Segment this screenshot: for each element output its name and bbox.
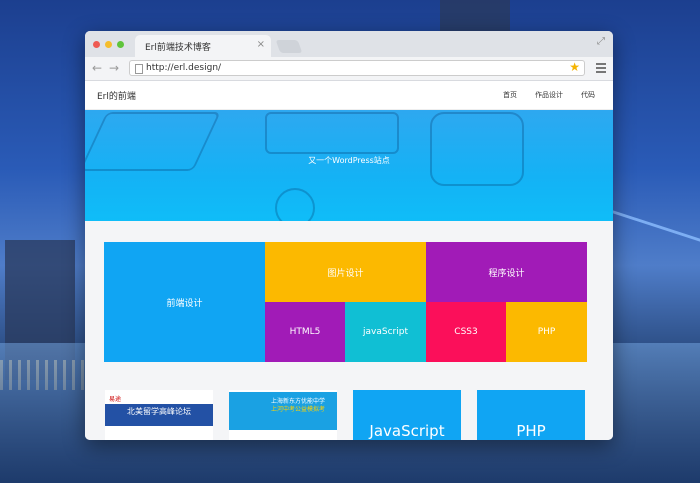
post-card[interactable]: PHP: [477, 390, 585, 440]
cup-illustration: [275, 188, 315, 221]
site-title[interactable]: Erl的前端: [97, 89, 136, 102]
post-cards: 易途 北美留学高峰论坛 上海新东方优能中学 上河中考公益模拟考 JavaScri…: [105, 390, 585, 440]
card-banner-line: 上河中考公益模拟考: [271, 406, 326, 413]
content-area: 前端设计 图片设计 程序设计 HTML5 javaScript CSS3 PHP…: [85, 221, 613, 440]
tab-close-icon[interactable]: ×: [257, 39, 265, 50]
tile-php[interactable]: PHP: [506, 302, 587, 362]
post-card[interactable]: 上海新东方优能中学 上河中考公益模拟考: [229, 390, 337, 440]
card-banner-text: 上海新东方优能中学 上河中考公益模拟考: [271, 398, 325, 414]
hero-tagline: 又一个WordPress站点: [308, 156, 390, 165]
tile-label: 图片设计: [327, 268, 364, 279]
nav-item-code[interactable]: 代码: [581, 90, 595, 100]
hero-banner: 又一个WordPress站点: [85, 110, 613, 221]
browser-tab[interactable]: Erl前端技术博客 ×: [135, 35, 271, 57]
close-window-button[interactable]: [93, 41, 100, 48]
tile-frontend-design[interactable]: 前端设计: [104, 242, 265, 362]
address-bar[interactable]: http://erl.design/ ★: [129, 60, 585, 76]
camera-illustration: [430, 112, 524, 186]
tile-label: PHP: [537, 327, 556, 337]
card-label: PHP: [516, 422, 546, 440]
post-card[interactable]: 易途 北美留学高峰论坛: [105, 390, 213, 440]
page-icon: [135, 64, 143, 74]
post-card[interactable]: JavaScript: [353, 390, 461, 440]
card-banner-line: 上海新东方优能中学: [271, 398, 326, 405]
card-label: JavaScript: [369, 422, 445, 440]
tab-title: Erl前端技术博客: [145, 43, 211, 53]
card-banner: 上海新东方优能中学 上河中考公益模拟考: [229, 392, 337, 430]
tile-image-design[interactable]: 图片设计: [265, 242, 426, 302]
hamburger-menu-icon[interactable]: [596, 63, 606, 73]
tile-label: javaScript: [363, 327, 408, 337]
bookmark-star-icon[interactable]: ★: [569, 60, 580, 74]
tile-program-design[interactable]: 程序设计: [426, 242, 587, 302]
new-tab-button[interactable]: [275, 40, 303, 53]
site-header: Erl的前端 首页 作品设计 代码: [85, 81, 613, 110]
forward-arrow-icon[interactable]: →: [109, 61, 119, 75]
tile-html5[interactable]: HTML5: [265, 302, 345, 362]
titlebar: Erl前端技术博客 × ⤢: [85, 31, 613, 57]
tile-javascript[interactable]: javaScript: [345, 302, 426, 362]
tile-label: HTML5: [289, 327, 321, 337]
expand-icon[interactable]: ⤢: [597, 36, 605, 47]
tile-label: 前端设计: [166, 298, 203, 309]
tile-label: CSS3: [454, 327, 478, 337]
bg-bridge-right: [613, 210, 700, 303]
tile-css3[interactable]: CSS3: [426, 302, 506, 362]
category-grid: 前端设计 图片设计 程序设计 HTML5 javaScript CSS3 PHP: [104, 242, 587, 362]
card-logo-text: 易途: [109, 396, 122, 403]
tile-label: 程序设计: [488, 268, 525, 279]
nav-item-works[interactable]: 作品设计: [535, 90, 563, 100]
maximize-window-button[interactable]: [117, 41, 124, 48]
url-text: http://erl.design/: [146, 63, 222, 73]
site-nav: 首页 作品设计 代码: [503, 90, 613, 100]
nav-item-home[interactable]: 首页: [503, 90, 517, 100]
browser-toolbar: ← → http://erl.design/ ★: [85, 57, 613, 81]
browser-window: Erl前端技术博客 × ⤢ ← → http://erl.design/ ★ E…: [85, 31, 613, 440]
tablet-illustration: [265, 112, 399, 154]
back-arrow-icon[interactable]: ←: [92, 61, 102, 75]
card-banner: 北美留学高峰论坛: [105, 404, 213, 426]
minimize-window-button[interactable]: [105, 41, 112, 48]
